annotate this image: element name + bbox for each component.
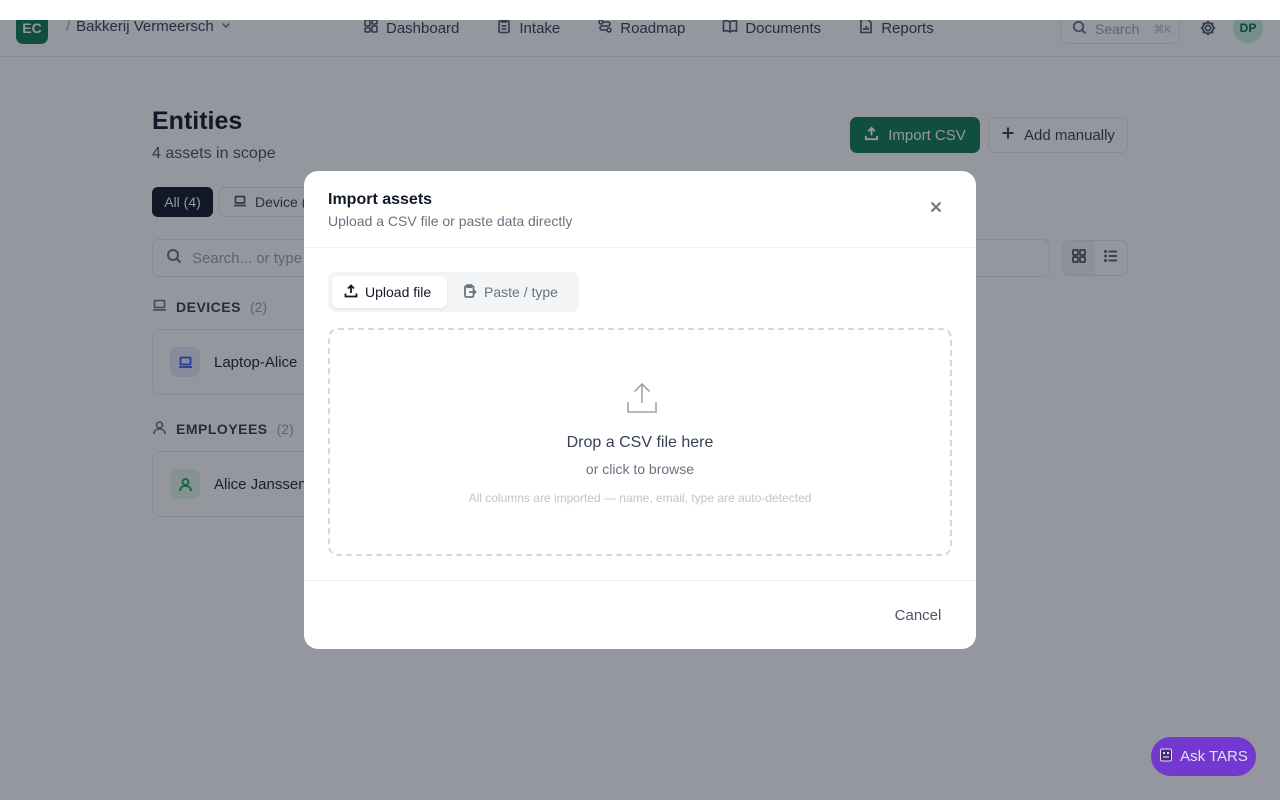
dropzone-columns-hint: All columns are imported — name, email, … [468, 491, 812, 505]
dialog-subtitle: Upload a CSV file or paste data directly [328, 213, 573, 229]
divider [304, 580, 976, 581]
dropzone-title: Drop a CSV file here [566, 434, 714, 451]
ask-tars-button[interactable]: Ask TARS [1151, 737, 1256, 776]
upload-icon [344, 283, 358, 301]
robot-icon [1159, 747, 1173, 767]
csv-dropzone[interactable]: Drop a CSV file here or click to browse … [328, 328, 952, 556]
import-assets-dialog: Import assets Upload a CSV file or paste… [304, 171, 976, 649]
dropzone-browse-hint: or click to browse [585, 461, 695, 477]
clipboard-paste-icon [463, 283, 477, 301]
tab-paste-type[interactable]: Paste / type [451, 276, 575, 308]
dialog-title: Import assets [328, 191, 433, 208]
cancel-button[interactable]: Cancel [878, 605, 958, 625]
tab-label: Paste / type [484, 284, 558, 300]
top-strip [0, 0, 1280, 20]
close-button[interactable] [928, 201, 944, 217]
import-mode-tabs: Upload file Paste / type [328, 272, 579, 312]
upload-icon [624, 380, 660, 416]
close-icon [930, 200, 942, 218]
tab-upload-file[interactable]: Upload file [332, 276, 447, 308]
ask-tars-label: Ask TARS [1180, 748, 1248, 765]
tab-label: Upload file [365, 284, 432, 300]
divider [304, 247, 976, 248]
